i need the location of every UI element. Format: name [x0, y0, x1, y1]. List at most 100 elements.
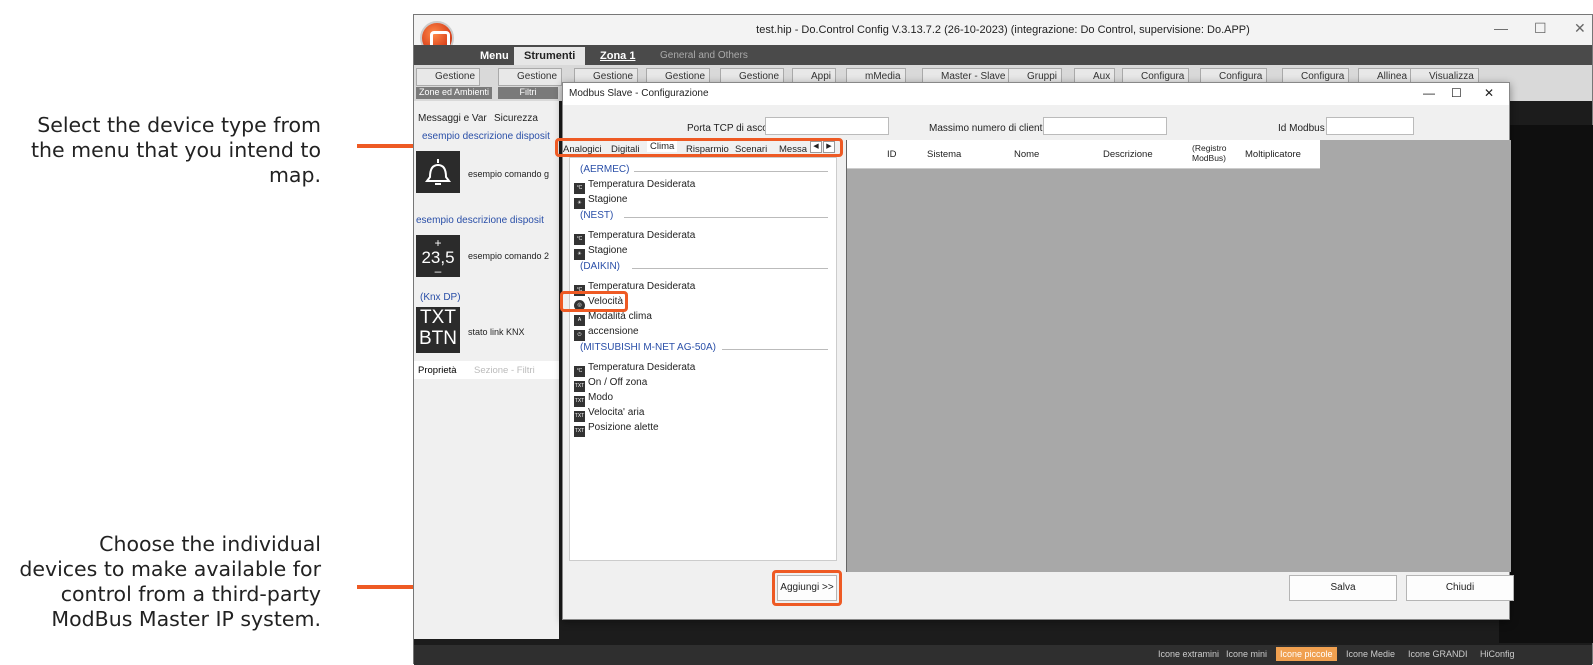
close-dialog-button[interactable]: Chiudi	[1406, 575, 1514, 601]
col-descrizione[interactable]: Descrizione	[1103, 149, 1153, 160]
group-daikin: (DAIKIN)	[580, 261, 620, 272]
item-label: Posizione alette	[588, 422, 659, 433]
tab-proprieta[interactable]: Proprietà	[418, 365, 457, 376]
annotation-line: Select the device type from	[37, 113, 321, 137]
knx-status: stato link KNX	[468, 327, 525, 337]
maximize-button[interactable]: ☐	[1534, 20, 1547, 37]
annotation-line: devices to make available for	[19, 557, 321, 581]
item-label: Temperatura Desiderata	[588, 230, 696, 241]
tab-menu[interactable]: Menu	[472, 47, 517, 65]
item-label: Modo	[588, 392, 614, 403]
item-label: accensione	[588, 326, 639, 337]
device-list: (AERMEC) °C Temperatura Desiderata ☀ Stagi…	[569, 157, 837, 561]
list-item[interactable]: TXT On / Off zona	[574, 376, 648, 392]
col-registro[interactable]: (Registro ModBus)	[1192, 143, 1236, 163]
item-label: On / Off zona	[588, 377, 648, 388]
txt-btn-icon: TXT	[574, 426, 585, 437]
icon-size-option-selected[interactable]: Icone piccole	[1276, 647, 1337, 661]
season-icon: ☀	[574, 198, 585, 209]
dialog-title-bar: Modbus Slave - Configurazione — ☐ ✕	[563, 83, 1509, 105]
col-id[interactable]: ID	[887, 149, 897, 160]
list-item[interactable]: ☀ Stagione	[574, 193, 628, 209]
id-modbus-label: Id Modbus	[1278, 123, 1325, 134]
annotation-top: Select the device type from the menu tha…	[31, 113, 321, 188]
item-label: Temperatura Desiderata	[588, 362, 696, 373]
menu-bar: Menu Strumenti Zona 1 General and Others	[414, 45, 1592, 65]
thermostat-icon[interactable]: + 23,5 –	[416, 235, 460, 277]
power-icon: ⏻	[574, 330, 585, 341]
title-bar: test.hip - Do.Control Config V.3.13.7.2 …	[414, 15, 1592, 45]
status-bar: Icone extramini Icone mini Icone piccole…	[414, 645, 1592, 665]
list-item[interactable]: TXT Posizione alette	[574, 421, 659, 437]
grid-header: ID Sistema Nome Descrizione (Registro Mo…	[847, 140, 1320, 169]
dialog-close-button[interactable]: ✕	[1484, 86, 1494, 100]
icon-size-option[interactable]: Icone GRANDI	[1404, 647, 1472, 661]
list-item[interactable]: A Modalità clima	[574, 310, 652, 326]
ribbon-group-label: Zone ed Ambienti	[416, 87, 492, 99]
list-item[interactable]: TXT Velocita' aria	[574, 406, 645, 422]
max-client-input[interactable]	[1043, 117, 1167, 135]
dialog-maximize-button[interactable]: ☐	[1451, 86, 1462, 100]
icon-text: BTN	[419, 328, 457, 349]
group-nest: (NEST)	[580, 210, 614, 221]
col-nome[interactable]: Nome	[1014, 149, 1039, 160]
item-label: Temperatura Desiderata	[588, 179, 696, 190]
item-label: Modalità clima	[588, 311, 652, 322]
highlight-add-button	[772, 570, 842, 606]
knx-group: (Knx DP)	[420, 292, 461, 303]
dialog-title: Modbus Slave - Configurazione	[569, 88, 709, 99]
device-description: esempio descrizione disposit	[416, 215, 544, 226]
tab-messaggi[interactable]: Messaggi e Var	[418, 113, 487, 124]
group-aermec: (AERMEC)	[580, 164, 630, 175]
tab-strumenti[interactable]: Strumenti	[514, 47, 586, 65]
txt-btn-icon[interactable]: TXT BTN	[416, 307, 460, 353]
highlight-velocita	[560, 291, 628, 312]
tab-general[interactable]: General and Others	[652, 47, 756, 65]
ribbon-group-label: Filtri	[498, 87, 558, 99]
list-item[interactable]: °C Temperatura Desiderata	[574, 178, 696, 194]
ribbon-button[interactable]: Gestione	[498, 68, 563, 86]
col-moltiplicatore[interactable]: Moltiplicatore	[1245, 149, 1301, 160]
tab-sicurezza[interactable]: Sicurezza	[494, 113, 538, 124]
bell-icon[interactable]	[416, 151, 460, 193]
modbus-slave-dialog: Modbus Slave - Configurazione — ☐ ✕ Port…	[555, 82, 1514, 620]
preview-area	[1499, 125, 1593, 643]
annotation-line: control from a third-party	[60, 582, 321, 606]
annotation-line: map.	[268, 163, 321, 187]
item-label: Velocita' aria	[588, 407, 645, 418]
icon-size-option[interactable]: Icone Medie	[1342, 647, 1399, 661]
minimize-button[interactable]: —	[1494, 20, 1508, 36]
device-description: esempio descrizione disposit	[422, 131, 550, 142]
annotation-line: Choose the individual	[99, 532, 321, 556]
group-mitsubishi: (MITSUBISHI M-NET AG-50A)	[580, 342, 716, 353]
annotation-line: the menu that you intend to	[30, 138, 321, 162]
properties-tabs: Proprietà Sezione - Filtri	[414, 361, 559, 379]
tab-sezione-filtri[interactable]: Sezione - Filtri	[474, 365, 535, 376]
porta-input[interactable]	[765, 117, 889, 135]
item-label: Stagione	[588, 245, 628, 256]
list-item[interactable]: °C Temperatura Desiderata	[574, 229, 696, 245]
window-title: test.hip - Do.Control Config V.3.13.7.2 …	[756, 24, 1250, 36]
list-item[interactable]: ☀ Stagione	[574, 244, 628, 260]
close-button[interactable]: ✕	[1574, 20, 1586, 37]
save-button[interactable]: Salva	[1289, 575, 1397, 601]
icon-size-option[interactable]: Icone mini	[1222, 647, 1271, 661]
dialog-minimize-button[interactable]: —	[1423, 86, 1435, 100]
device-command: esempio comando g	[468, 169, 550, 179]
annotation-line: ModBus Master IP system.	[51, 607, 321, 631]
left-panel: Messaggi e Var Sicurezza esempio descriz…	[414, 101, 559, 639]
icon-size-option[interactable]: Icone extramini	[1154, 647, 1223, 661]
icon-size-option[interactable]: HiConfig	[1476, 647, 1519, 661]
annotation-bottom: Choose the individual devices to make av…	[19, 532, 321, 632]
ribbon-button[interactable]: Gestione	[416, 68, 481, 86]
item-label: Stagione	[588, 194, 628, 205]
list-item[interactable]: °C Temperatura Desiderata	[574, 361, 696, 377]
col-sistema[interactable]: Sistema	[927, 149, 961, 160]
device-command: esempio comando 2	[468, 251, 550, 261]
list-item[interactable]: TXT Modo	[574, 391, 614, 407]
tab-zona-1[interactable]: Zona 1	[592, 47, 643, 65]
id-modbus-input[interactable]	[1326, 117, 1414, 135]
list-item[interactable]: ⏻ accensione	[574, 325, 639, 341]
max-client-label: Massimo numero di client:	[929, 123, 1046, 134]
highlight-tabs	[555, 138, 843, 157]
